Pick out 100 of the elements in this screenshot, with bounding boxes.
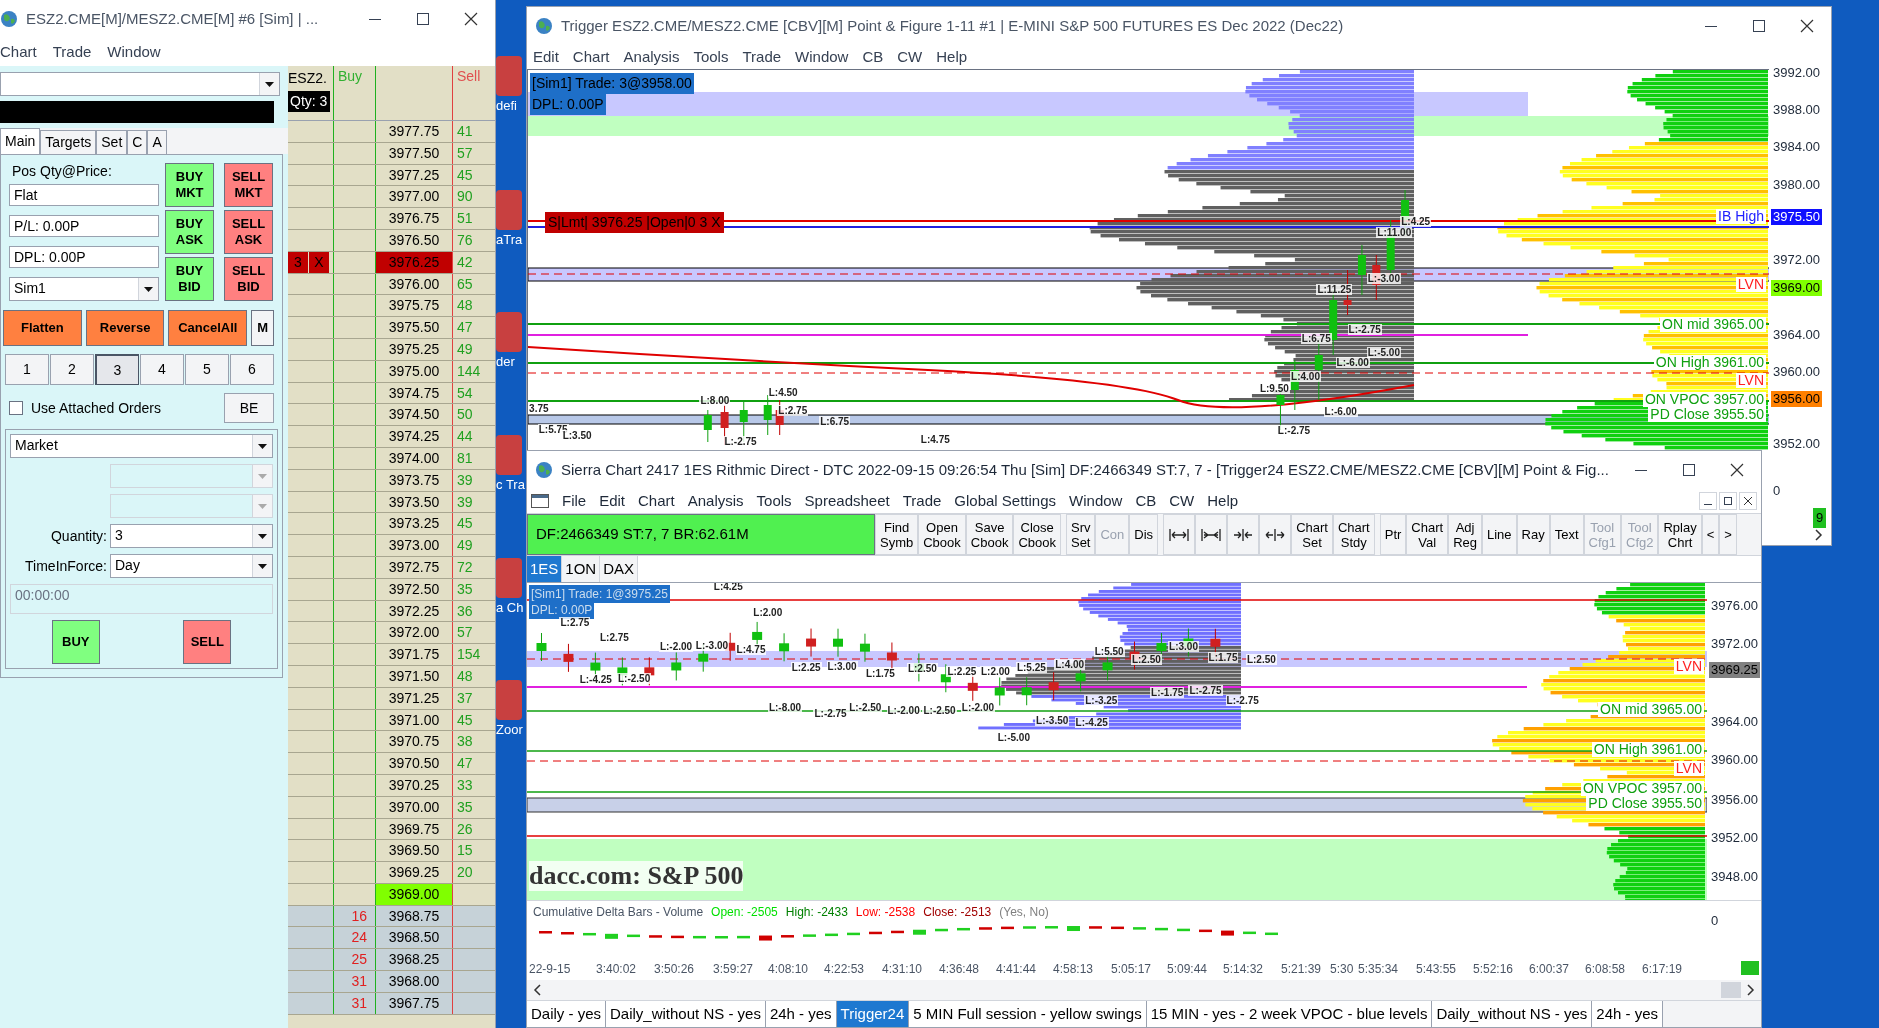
menu-item[interactable]: CB [1135, 489, 1157, 513]
menu-item[interactable]: Tools [693, 45, 729, 69]
chartbook-tab[interactable]: Daily_without NS - yes [1432, 1001, 1593, 1027]
order-button[interactable]: BUY ASK [165, 210, 214, 254]
buy-button[interactable]: BUY [51, 620, 100, 664]
menu-item[interactable]: Chart [0, 40, 37, 64]
action-button[interactable]: M [251, 310, 274, 346]
quantity-button[interactable]: 3 [95, 354, 139, 385]
tab[interactable]: Set [96, 130, 128, 154]
action-button[interactable]: CancelAll [168, 310, 248, 346]
chartbook-tab[interactable]: 5 MIN Full session - yellow swings [909, 1001, 1147, 1027]
quantity-button[interactable]: 5 [185, 354, 229, 385]
menu-item[interactable]: Edit [599, 489, 626, 513]
toolbar-button[interactable]: Find Symb [875, 514, 919, 555]
menu-item[interactable]: Spreadsheet [804, 489, 890, 513]
quantity-button[interactable]: 6 [230, 354, 274, 385]
toolbar-button[interactable]: > [1719, 514, 1737, 555]
tab[interactable]: C [127, 130, 148, 154]
quantity-dropdown[interactable]: 3 [110, 524, 273, 548]
checkbox[interactable] [9, 401, 23, 415]
desktop-icon[interactable] [496, 56, 522, 96]
chartbook-tab[interactable]: Trigger24 [836, 1001, 910, 1027]
quantity-button[interactable]: 2 [50, 354, 94, 385]
toolbar-button[interactable]: Save Cbook [965, 514, 1014, 555]
menu-item[interactable]: Help [936, 45, 968, 69]
order-button[interactable]: SELL MKT [224, 163, 273, 207]
toolbar-button[interactable]: Srv Set [1065, 514, 1096, 555]
tab[interactable]: Targets [40, 130, 97, 154]
toolbar-button[interactable]: Rplay Chrt [1658, 514, 1702, 555]
desktop-icon[interactable] [496, 680, 522, 720]
menu-item[interactable]: CW [1169, 489, 1195, 513]
menu-item[interactable]: Edit [533, 45, 559, 69]
menu-item[interactable]: Analysis [623, 45, 680, 69]
time-field[interactable]: 00:00:00 [10, 584, 273, 614]
order-button[interactable]: SELL BID [224, 257, 273, 301]
toolbar-button[interactable]: Ray [1516, 514, 1550, 555]
toolbar-button[interactable]: Open Cbook [918, 514, 966, 555]
order-type-dropdown[interactable]: Market [10, 434, 273, 458]
menu-item[interactable]: Window [1069, 489, 1123, 513]
menu-item[interactable]: Trade [902, 489, 942, 513]
toolbar-button[interactable]: Adj Reg [1448, 514, 1482, 555]
action-button[interactable]: Reverse [85, 310, 165, 346]
chartbook-tab[interactable]: 24h - yes [765, 1001, 837, 1027]
toolbar-button[interactable]: Chart Val [1406, 514, 1449, 555]
bar-spacing-button[interactable] [1163, 514, 1196, 555]
window-title: Sierra Chart 2417 1ES Rithmic Direct - DTC 2022-09-15 09:26:54 Thu [Sim] DF:2466349 ST:7, 7 - [Trigger24 ESZ2.CME/MESZ2.CME [CBV][M] Point & Fig... [561, 459, 1609, 480]
order-button[interactable]: SELL ASK [224, 210, 273, 254]
toolbar-button[interactable]: Line [1482, 514, 1517, 555]
toolbar-button[interactable]: Chart Set [1291, 514, 1333, 555]
desktop-icon[interactable] [496, 558, 522, 598]
toolbar-button[interactable]: Chart Stdy [1332, 514, 1375, 555]
symbol-dropdown[interactable] [0, 72, 280, 96]
menu-item[interactable]: Global Settings [954, 489, 1057, 513]
toolbar-button[interactable]: Dis [1129, 514, 1159, 555]
chart-tab[interactable]: 1ES [527, 556, 563, 582]
price-dropdown[interactable] [110, 494, 273, 518]
bar-spacing-button[interactable] [1227, 514, 1260, 555]
breakeven-button[interactable]: BE [224, 393, 274, 423]
bar-spacing-button[interactable] [1195, 514, 1228, 555]
account-dropdown[interactable]: Sim1 [9, 277, 159, 301]
action-button[interactable]: Flatten [3, 310, 82, 346]
menu-item[interactable]: Chart [638, 489, 675, 513]
sell-button[interactable]: SELL [183, 620, 232, 664]
bar-spacing-button[interactable] [1259, 514, 1292, 555]
quantity-button[interactable]: 4 [140, 354, 184, 385]
menu-item[interactable]: File [562, 489, 587, 513]
order-button[interactable]: BUY BID [165, 257, 214, 301]
menu-item[interactable]: Window [107, 40, 161, 64]
level-label: IB High [1716, 209, 1766, 224]
level-label: LVN [1735, 373, 1766, 388]
menu-item[interactable]: CB [862, 45, 884, 69]
chartbook-tab[interactable]: 15 MIN - yes - 2 week VPOC - blue levels [1146, 1001, 1433, 1027]
menu-item[interactable]: Trade [742, 45, 782, 69]
tab[interactable]: Main [0, 128, 41, 154]
desktop-icon[interactable] [496, 435, 522, 475]
menu-item[interactable]: Tools [756, 489, 792, 513]
menu-item[interactable]: CW [897, 45, 923, 69]
desktop-icon[interactable] [496, 312, 522, 352]
chartbook-tab[interactable]: 24h - yes [1592, 1001, 1663, 1027]
price-dropdown[interactable] [110, 464, 273, 488]
time-in-force-dropdown[interactable]: Day [110, 554, 273, 578]
toolbar-button[interactable]: Ptr [1379, 514, 1407, 555]
desktop-icon[interactable] [496, 190, 522, 230]
bar-label: L:9.50 [1258, 382, 1290, 394]
chartbook-tab[interactable]: Daily - yes [527, 1001, 606, 1027]
tab[interactable]: A [147, 130, 167, 154]
chart-tab[interactable]: 1ON [562, 556, 601, 582]
chartbook-tab[interactable]: Daily_without NS - yes [606, 1001, 766, 1027]
toolbar-button[interactable]: Close Cbook [1013, 514, 1061, 555]
menu-item[interactable]: Chart [572, 45, 610, 69]
toolbar-button[interactable]: Text [1549, 514, 1584, 555]
quantity-button[interactable]: 1 [5, 354, 49, 385]
menu-item[interactable]: Analysis [687, 489, 744, 513]
order-button[interactable]: BUY MKT [165, 163, 214, 207]
menu-item[interactable]: Window [795, 45, 849, 69]
menu-item[interactable]: Trade [52, 40, 92, 64]
horizontal-scrollbar[interactable] [527, 980, 1761, 1000]
chart-tab[interactable]: DAX [600, 556, 639, 582]
scrollbar-thumb[interactable] [1721, 982, 1741, 998]
menu-item[interactable]: Help [1207, 489, 1239, 513]
